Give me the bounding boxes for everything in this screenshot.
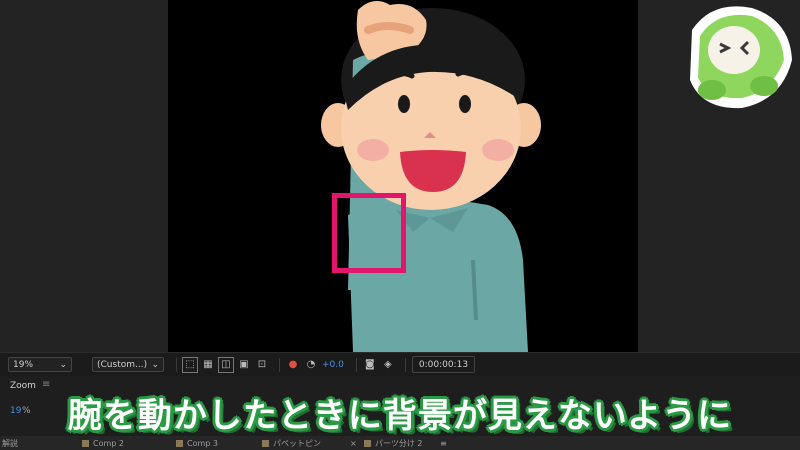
reset-exposure-icon[interactable]: ◔ — [304, 358, 318, 372]
toolbar-divider — [176, 357, 177, 372]
zoom-dropdown[interactable]: 19% ⌄ — [8, 357, 72, 372]
close-icon[interactable]: × — [350, 439, 364, 448]
toolbar-divider — [355, 357, 357, 372]
zoom-panel-title: Zoom — [10, 381, 36, 391]
tab-label: Comp 3 — [187, 438, 218, 448]
tab-comp-2[interactable]: Comp 2 — [82, 439, 176, 448]
color-channel-icon[interactable]: ● — [286, 358, 300, 372]
guides-icon[interactable]: ▣ — [237, 358, 251, 372]
mascot-sticker-icon — [690, 6, 792, 109]
subtitle-caption: 腕を動かしたときに背景が見えないように — [67, 395, 733, 436]
snapshot-icon[interactable]: ◙ — [363, 358, 377, 372]
tab-comp-3[interactable]: Comp 3 — [176, 439, 262, 448]
chevron-down-icon: ⌄ — [59, 359, 67, 370]
toolbar-divider — [404, 357, 406, 372]
zoom-panel-unit: % — [22, 406, 31, 416]
mask-outline-icon[interactable]: ◫ — [218, 356, 234, 373]
exposure-value[interactable]: +0.0 — [322, 356, 344, 374]
tab-menu-icon[interactable]: ≡ — [440, 439, 447, 448]
tab-kaisetsu[interactable]: 解説 — [0, 438, 82, 449]
resolution-dropdown-value: (Custom...) — [97, 359, 148, 370]
chevron-down-icon: ⌄ — [151, 359, 159, 370]
composition-icon — [262, 439, 269, 447]
tab-parts-split-2[interactable]: パーツ分け 2 — [364, 438, 440, 449]
toolbar-divider — [279, 357, 280, 372]
transparency-grid-icon[interactable]: ▦ — [201, 358, 215, 372]
composition-icon — [82, 439, 89, 447]
tab-label: パペットピン — [273, 438, 321, 448]
tab-puppet-pin[interactable]: パペットピン — [262, 438, 350, 449]
zoom-panel-value[interactable]: 19 — [10, 406, 21, 416]
highlight-box — [332, 193, 406, 273]
composition-canvas[interactable] — [168, 0, 638, 352]
tab-label: 解説 — [2, 438, 18, 448]
tab-label: パーツ分け 2 — [375, 438, 423, 448]
tab-label: Comp 2 — [93, 438, 124, 448]
viewer-toolbar: 19% ⌄ (Custom...) ⌄ ⬚ ▦ ◫ ▣ ⊡ ● ◔ +0.0 ◙… — [0, 352, 800, 376]
zoom-dropdown-value: 19% — [13, 359, 34, 370]
composition-tab-bar: 解説 Comp 2 Comp 3 パペットピン × パーツ分け 2 ≡ — [0, 436, 800, 450]
composition-icon — [364, 439, 371, 447]
3d-view-icon[interactable]: ⊡ — [255, 358, 269, 372]
current-time-display[interactable]: 0:00:00:13 — [411, 356, 476, 373]
region-of-interest-icon[interactable]: ⬚ — [182, 356, 198, 373]
composition-viewer — [0, 0, 800, 352]
composition-icon — [176, 439, 183, 447]
show-snapshot-icon[interactable]: ◈ — [381, 358, 395, 372]
character-illustration — [321, 1, 541, 352]
resolution-dropdown[interactable]: (Custom...) ⌄ — [92, 357, 164, 372]
